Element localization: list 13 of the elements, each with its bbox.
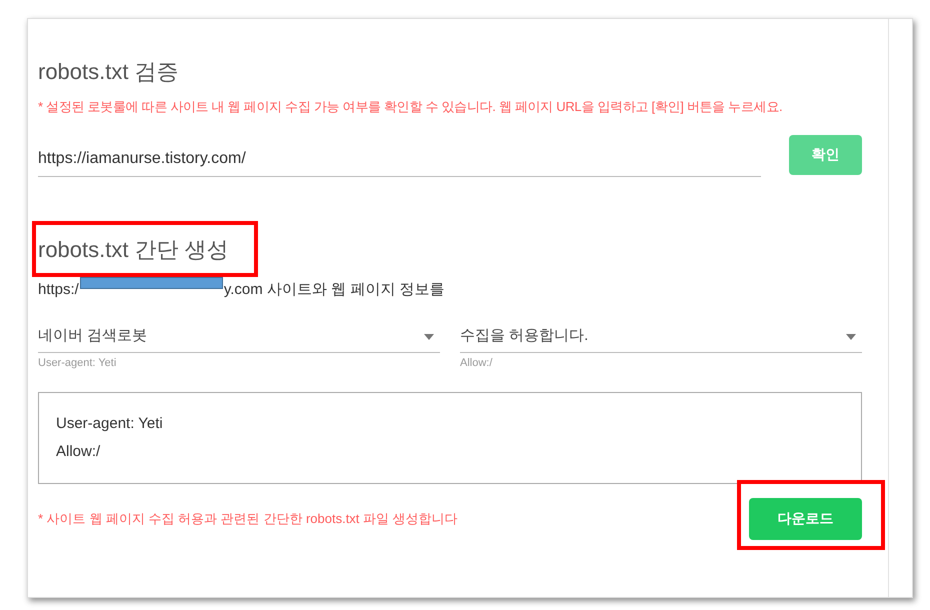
output-line: Allow:/: [56, 442, 102, 462]
site-info-text: y.com 사이트와 웹 페이지 정보를: [224, 280, 444, 300]
section-title: robots.txt 간단 생성: [38, 236, 230, 264]
hint-text: Allow:/: [460, 356, 494, 371]
notice-text: * 사이트 웹 페이지 수집 허용과 관련된 간단한 robots.txt 파일 생성합니다: [38, 510, 458, 528]
section-title: robots.txt 검증: [38, 58, 180, 86]
site-info-text: https:/: [38, 280, 79, 300]
notice-text: * 설정된 로봇룰에 따른 사이트 내 웹 페이지 수집 가능 여부를 확인할 수 있습니다. 웹 페이지 URL을 입력하고 [확인] 버튼을 누르세요.: [38, 98, 784, 116]
hint-text: User-agent: Yeti: [38, 356, 118, 371]
dropdown-select[interactable]: 네이버 검색로봇: [38, 321, 440, 353]
dropdown-select[interactable]: 수집을 허용합니다.: [460, 321, 862, 353]
url-input-field[interactable]: https://iamanurse.tistory.com/: [38, 142, 761, 176]
output-line: User-agent: Yeti: [56, 414, 164, 434]
